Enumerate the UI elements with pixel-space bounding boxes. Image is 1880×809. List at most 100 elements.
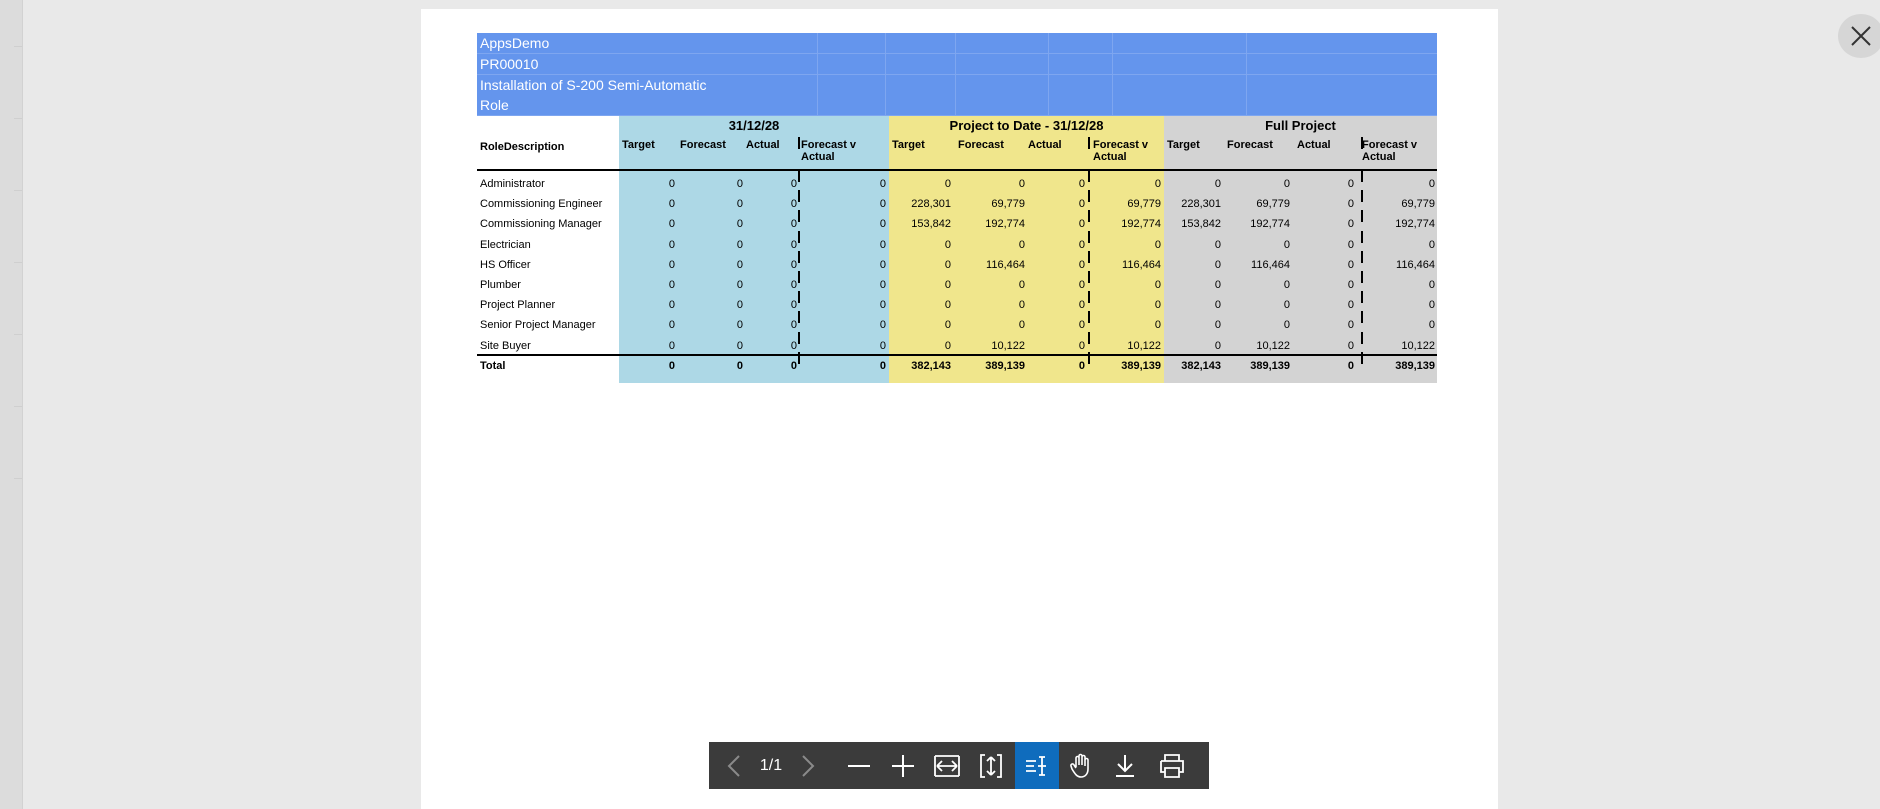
col-header-role: RoleDescription (480, 141, 565, 153)
group-title-full-project: Full Project (1265, 118, 1336, 133)
table-cell: 0 (790, 218, 797, 230)
text-select-button[interactable] (1015, 742, 1059, 789)
header-grid-line (1246, 75, 1247, 95)
column-divider-tick (1361, 271, 1363, 283)
header-grid-line (1246, 95, 1247, 115)
header-grid-line (955, 33, 956, 53)
col-header-actual: Actual (1028, 139, 1062, 151)
header-grid-line (885, 75, 886, 95)
column-divider-tick (1361, 352, 1363, 364)
table-cell: 10,122 (1256, 340, 1290, 352)
table-cell: 0 (1154, 178, 1161, 190)
table-cell: 192,774 (985, 218, 1025, 230)
table-cell: 0 (668, 178, 675, 190)
column-divider-tick (798, 210, 800, 222)
header-grid-line (1048, 54, 1049, 74)
table-cell: 0 (1018, 319, 1025, 331)
next-page-button[interactable] (793, 742, 823, 789)
table-cell: 0 (668, 319, 675, 331)
table-cell: 69,779 (1401, 198, 1435, 210)
table-cell: 389,139 (1395, 360, 1435, 372)
table-cell: 0 (879, 299, 886, 311)
group-title-period: 31/12/28 (728, 118, 780, 133)
column-divider-tick (1361, 170, 1363, 182)
table-cell: 382,143 (1181, 360, 1221, 372)
table-cell: 0 (1154, 319, 1161, 331)
header-grid-line (1246, 33, 1247, 53)
zoom-out-button[interactable] (837, 742, 881, 789)
table-cell: 0 (944, 279, 951, 291)
table-cell: 0 (1078, 198, 1085, 210)
fit-page-button[interactable] (969, 742, 1013, 789)
column-divider-tick (1361, 190, 1363, 202)
report-header-section: Role (477, 95, 1437, 116)
table-cell: 0 (1347, 319, 1354, 331)
plus-icon (892, 754, 914, 777)
col-header-target: Target (622, 139, 655, 151)
table-cell: 192,774 (1121, 218, 1161, 230)
table-cell: 0 (790, 360, 797, 372)
table-cell: 0 (1347, 340, 1354, 352)
column-divider-tick (1088, 311, 1090, 323)
table-cell: 153,842 (911, 218, 951, 230)
pan-button[interactable] (1059, 742, 1103, 789)
table-cell: 0 (790, 340, 797, 352)
table-cell: 0 (1347, 360, 1354, 372)
header-grid-line (955, 54, 956, 74)
col-header-forecast: Forecast (958, 139, 1004, 151)
table-cell: 0 (1347, 259, 1354, 271)
table-cell: 0 (1018, 279, 1025, 291)
header-grid-line (1112, 95, 1113, 115)
table-cell: 0 (879, 178, 886, 190)
previous-page-button[interactable] (719, 742, 749, 789)
table-cell: 0 (879, 319, 886, 331)
page-indicator: 1/1 (759, 757, 783, 774)
download-button[interactable] (1103, 742, 1147, 789)
table-cell: 0 (790, 319, 797, 331)
column-divider-tick (1088, 251, 1090, 263)
header-grid-line (817, 33, 818, 53)
column-divider-tick (1361, 137, 1363, 149)
table-cell: 0 (944, 340, 951, 352)
header-grid-line (817, 75, 818, 95)
table-cell: 0 (879, 259, 886, 271)
fit-page-icon (980, 753, 1002, 778)
row-label: Plumber (480, 279, 521, 291)
download-icon (1116, 754, 1134, 777)
table-cell: 0 (736, 340, 743, 352)
fit-width-button[interactable] (925, 742, 969, 789)
table-cell: 0 (1214, 259, 1221, 271)
table-cell: 0 (1347, 279, 1354, 291)
row-label: Total (480, 360, 506, 372)
col-header-forecast-v-actual: Forecast v Actual (1362, 139, 1418, 163)
row-label: Electrician (480, 239, 531, 251)
table-cell: 0 (1428, 319, 1435, 331)
row-label: HS Officer (480, 259, 531, 271)
table-cell: 0 (879, 360, 886, 372)
table-cell: 69,779 (1256, 198, 1290, 210)
close-button[interactable] (1838, 14, 1880, 58)
row-label: Administrator (480, 178, 545, 190)
table-cell: 0 (879, 239, 886, 251)
column-divider-tick (1361, 251, 1363, 263)
print-button[interactable] (1147, 742, 1197, 789)
zoom-in-button[interactable] (881, 742, 925, 789)
table-cell: 389,139 (1250, 360, 1290, 372)
table-cell: 0 (1283, 178, 1290, 190)
table-cell: 0 (1347, 218, 1354, 230)
table-cell: 0 (668, 198, 675, 210)
column-divider-tick (1088, 190, 1090, 202)
table-cell: 0 (1214, 319, 1221, 331)
column-divider-tick (798, 231, 800, 243)
table-cell: 192,774 (1395, 218, 1435, 230)
table-cell: 228,301 (911, 198, 951, 210)
column-divider-tick (1088, 271, 1090, 283)
table-cell: 0 (944, 319, 951, 331)
table-cell: 10,122 (1401, 340, 1435, 352)
row-label: Senior Project Manager (480, 319, 596, 331)
table-cell: 0 (1347, 178, 1354, 190)
table-cell: 0 (668, 218, 675, 230)
table-cell: 0 (668, 239, 675, 251)
table-cell: 69,779 (991, 198, 1025, 210)
col-header-actual: Actual (1297, 139, 1331, 151)
